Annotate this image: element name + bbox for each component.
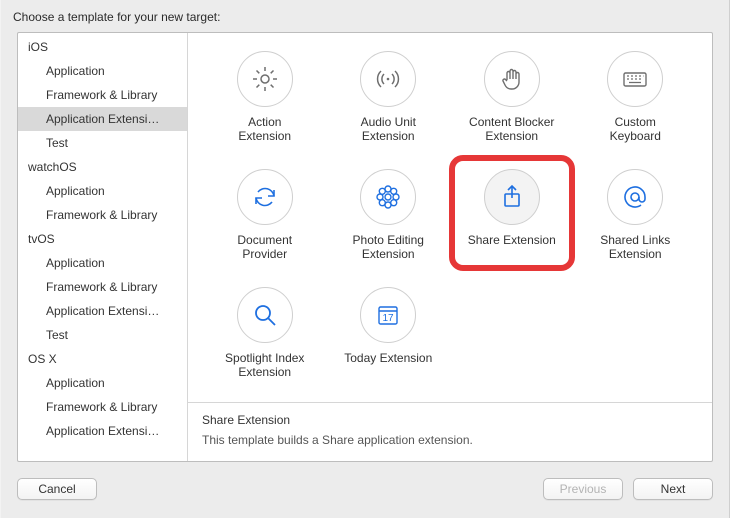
template-shared-links[interactable]: Shared Links Extension — [579, 165, 693, 261]
template-label: Content Blocker Extension — [469, 115, 554, 143]
next-button[interactable]: Next — [633, 478, 713, 500]
sidebar-item[interactable]: Application Extensi… — [18, 419, 187, 443]
sidebar-item[interactable]: Framework & Library — [18, 275, 187, 299]
template-label: Custom Keyboard — [610, 115, 661, 143]
cancel-button[interactable]: Cancel — [17, 478, 97, 500]
template-label: Action Extension — [238, 115, 291, 143]
share-icon — [484, 169, 540, 225]
template-chooser-sheet: Choose a template for your new target: i… — [0, 0, 730, 518]
sidebar-group[interactable]: iOS — [18, 35, 187, 59]
sidebar[interactable]: iOSApplicationFramework & LibraryApplica… — [18, 33, 188, 461]
sidebar-group[interactable]: tvOS — [18, 227, 187, 251]
template-label: Shared Links Extension — [600, 233, 670, 261]
template-spotlight[interactable]: Spotlight Index Extension — [208, 283, 322, 379]
template-content-blocker[interactable]: Content Blocker Extension — [455, 47, 569, 143]
description-pane: Share Extension This template builds a S… — [188, 402, 712, 461]
sidebar-item[interactable]: Application Extensi… — [18, 299, 187, 323]
previous-button[interactable]: Previous — [543, 478, 623, 500]
sidebar-item[interactable]: Application — [18, 371, 187, 395]
template-label: Share Extension — [468, 233, 556, 261]
template-action[interactable]: Action Extension — [208, 47, 322, 143]
hand-icon — [484, 51, 540, 107]
template-photo-editing[interactable]: Photo Editing Extension — [332, 165, 446, 261]
template-grid: Action Extension Audio Unit Extension Cont… — [208, 47, 692, 379]
audio-waves-icon — [360, 51, 416, 107]
sidebar-item[interactable]: Framework & Library — [18, 395, 187, 419]
sidebar-group[interactable]: OS X — [18, 347, 187, 371]
template-label: Today Extension — [344, 351, 432, 379]
keyboard-icon — [607, 51, 663, 107]
search-icon — [237, 287, 293, 343]
at-icon — [607, 169, 663, 225]
sidebar-item[interactable]: Test — [18, 131, 187, 155]
sidebar-item[interactable]: Test — [18, 323, 187, 347]
template-grid-wrap: Action Extension Audio Unit Extension Cont… — [188, 33, 712, 402]
sidebar-item[interactable]: Framework & Library — [18, 203, 187, 227]
content-pane: iOSApplicationFramework & LibraryApplica… — [17, 32, 713, 462]
template-document-provider[interactable]: Document Provider — [208, 165, 322, 261]
sidebar-item[interactable]: Framework & Library — [18, 83, 187, 107]
sidebar-item[interactable]: Application — [18, 59, 187, 83]
sidebar-group[interactable]: watchOS — [18, 155, 187, 179]
template-label: Audio Unit Extension — [361, 115, 416, 143]
header-prompt: Choose a template for your new target: — [1, 0, 729, 32]
sidebar-item[interactable]: Application — [18, 179, 187, 203]
description-title: Share Extension — [202, 413, 698, 427]
flower-icon — [360, 169, 416, 225]
template-custom-keyboard[interactable]: Custom Keyboard — [579, 47, 693, 143]
main-pane: Action Extension Audio Unit Extension Cont… — [188, 33, 712, 461]
footer: Cancel Previous Next — [1, 470, 729, 518]
template-label: Spotlight Index Extension — [225, 351, 304, 379]
gear-icon — [237, 51, 293, 107]
template-label: Photo Editing Extension — [353, 233, 424, 261]
template-label: Document Provider — [237, 233, 292, 261]
refresh-icon — [237, 169, 293, 225]
template-share[interactable]: Share Extension — [455, 165, 569, 261]
description-body: This template builds a Share application… — [202, 433, 698, 447]
sidebar-item[interactable]: Application Extensi… — [18, 107, 187, 131]
calendar-icon — [360, 287, 416, 343]
template-today[interactable]: Today Extension — [332, 283, 446, 379]
sidebar-item[interactable]: Application — [18, 251, 187, 275]
template-audio-unit[interactable]: Audio Unit Extension — [332, 47, 446, 143]
